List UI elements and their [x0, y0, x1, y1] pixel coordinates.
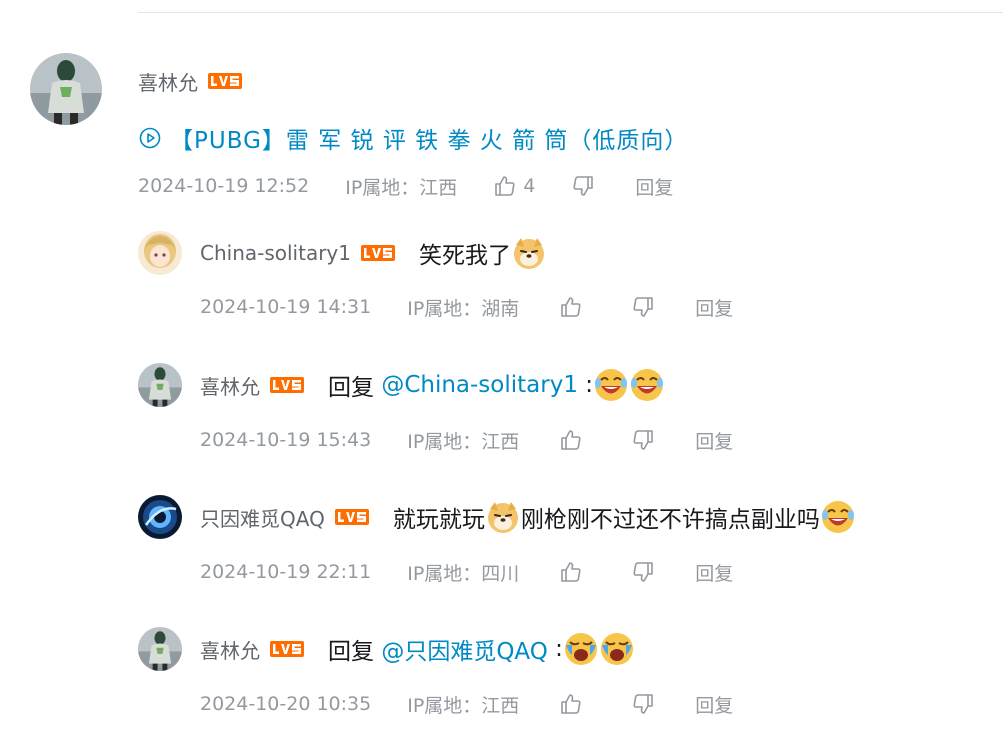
reply-item: 喜林允 回复 @只因难觅QAQ : [200, 631, 635, 667]
comment-time: 2024-10-19 14:31 [200, 296, 372, 318]
mention-link[interactable]: @China-solitary1 [381, 372, 578, 398]
level-badge-icon [361, 245, 395, 261]
reply-prefix: 回复 [328, 639, 382, 665]
thumb-down-icon[interactable] [631, 428, 655, 452]
thumb-up-icon[interactable] [493, 174, 517, 198]
reply-content: 回复 @China-solitary1 : [328, 367, 665, 403]
avatar[interactable] [138, 363, 182, 407]
play-circle-icon [138, 126, 162, 150]
reply-button[interactable]: 回复 [695, 294, 733, 321]
laugh-tears-emoji-icon [593, 367, 629, 403]
level-badge-icon [270, 641, 304, 657]
avatar[interactable] [138, 627, 182, 671]
reply-prefix: 回复 [328, 375, 382, 401]
mention-link[interactable]: @只因难觅QAQ [381, 632, 548, 666]
username[interactable]: 喜林允 [200, 635, 260, 664]
root-comment-meta: 2024-10-19 12:52 IP属地：江西 4 回复 [138, 171, 673, 201]
avatar[interactable] [30, 53, 102, 125]
reply-meta: 2024-10-20 10:35 IP属地：江西 回复 [200, 689, 733, 719]
video-link-text[interactable]: 【PUBG】雷 军 锐 评 铁 拳 火 箭 筒（低质向） [170, 121, 688, 155]
ip-location: IP属地：四川 [407, 562, 520, 585]
colon: : [577, 372, 594, 398]
reply-content: 回复 @只因难觅QAQ : [328, 631, 635, 667]
comment-time: 2024-10-19 12:52 [138, 175, 310, 197]
reply-button[interactable]: 回复 [695, 427, 733, 454]
comment-time: 2024-10-19 15:43 [200, 429, 372, 451]
thumb-down-icon[interactable] [631, 560, 655, 584]
username[interactable]: 喜林允 [138, 67, 198, 96]
avatar[interactable] [138, 495, 182, 539]
laugh-tears-emoji-icon [629, 367, 665, 403]
like-button[interactable]: 4 [493, 174, 535, 198]
cry-laugh-emoji-icon [599, 631, 635, 667]
username[interactable]: China-solitary1 [200, 241, 351, 265]
ip-location: IP属地：江西 [407, 694, 520, 717]
thumb-up-icon[interactable] [559, 560, 583, 584]
laugh-tears-emoji-icon [820, 499, 856, 535]
doge-emoji-icon [485, 499, 521, 535]
reply-button[interactable]: 回复 [695, 559, 733, 586]
reply-button[interactable]: 回复 [695, 691, 733, 718]
thumb-up-icon[interactable] [559, 428, 583, 452]
ip-location: IP属地：江西 [345, 176, 458, 199]
top-divider [138, 12, 1003, 13]
username[interactable]: 喜林允 [200, 371, 260, 400]
reply-text: 就玩就玩 [392, 507, 485, 533]
cry-laugh-emoji-icon [563, 631, 599, 667]
reply-meta: 2024-10-19 22:11 IP属地：四川 回复 [200, 557, 733, 587]
reply-button[interactable]: 回复 [635, 173, 673, 200]
username[interactable]: 只因难觅QAQ [200, 503, 325, 532]
doge-emoji-icon [511, 235, 547, 271]
reply-item: China-solitary1 笑死我了 [200, 235, 547, 271]
reply-meta: 2024-10-19 15:43 IP属地：江西 回复 [200, 425, 733, 455]
reply-item: 只因难觅QAQ 就玩就玩 刚枪刚不过还不许搞点副业吗 [200, 499, 856, 535]
root-comment-header: 喜林允 [138, 66, 242, 96]
thumb-up-icon[interactable] [559, 692, 583, 716]
video-link[interactable]: 【PUBG】雷 军 锐 评 铁 拳 火 箭 筒（低质向） [138, 118, 688, 158]
reply-content: 笑死我了 [419, 235, 547, 271]
level-badge-icon [270, 377, 304, 393]
thumb-up-icon[interactable] [559, 295, 583, 319]
ip-location: IP属地：湖南 [407, 297, 520, 320]
like-count: 4 [523, 175, 536, 197]
avatar[interactable] [138, 231, 182, 275]
reply-text: 刚枪刚不过还不许搞点副业吗 [520, 507, 820, 533]
reply-meta: 2024-10-19 14:31 IP属地：湖南 回复 [200, 292, 733, 322]
thumb-down-icon[interactable] [631, 692, 655, 716]
comment-time: 2024-10-20 10:35 [200, 693, 372, 715]
level-badge-icon [208, 73, 242, 89]
level-badge-icon [335, 509, 369, 525]
colon: : [547, 636, 563, 662]
reply-item: 喜林允 回复 @China-solitary1 : [200, 367, 665, 403]
ip-location: IP属地：江西 [407, 430, 520, 453]
thumb-down-icon[interactable] [631, 295, 655, 319]
thumb-down-icon[interactable] [571, 174, 595, 198]
comment-time: 2024-10-19 22:11 [200, 561, 372, 583]
reply-content: 就玩就玩 刚枪刚不过还不许搞点副业吗 [393, 499, 856, 535]
reply-text: 笑死我了 [419, 243, 511, 269]
